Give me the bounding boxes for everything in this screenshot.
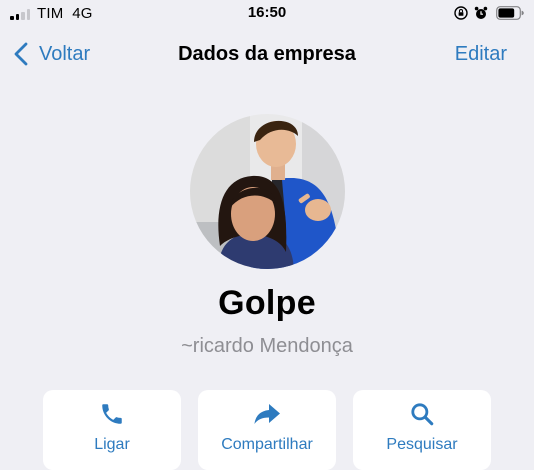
share-arrow-icon [198,401,336,427]
share-label: Compartilhar [221,436,313,453]
orientation-lock-icon [454,6,468,20]
search-icon [353,401,491,427]
group-name: Golpe [218,284,316,322]
share-button[interactable]: Compartilhar [198,390,336,470]
group-avatar[interactable] [190,114,345,269]
alarm-icon [474,6,488,20]
search-button[interactable]: Pesquisar [353,390,491,470]
call-label: Ligar [94,436,130,453]
call-button[interactable]: Ligar [43,390,181,470]
status-bar: TIM 4G 16:50 [0,0,534,28]
phone-icon [43,401,181,427]
group-subtitle: ~ricardo Mendonça [181,335,353,357]
status-icons [454,5,524,21]
battery-icon [496,6,524,20]
search-label: Pesquisar [386,436,458,453]
edit-button[interactable]: Editar [455,43,507,66]
